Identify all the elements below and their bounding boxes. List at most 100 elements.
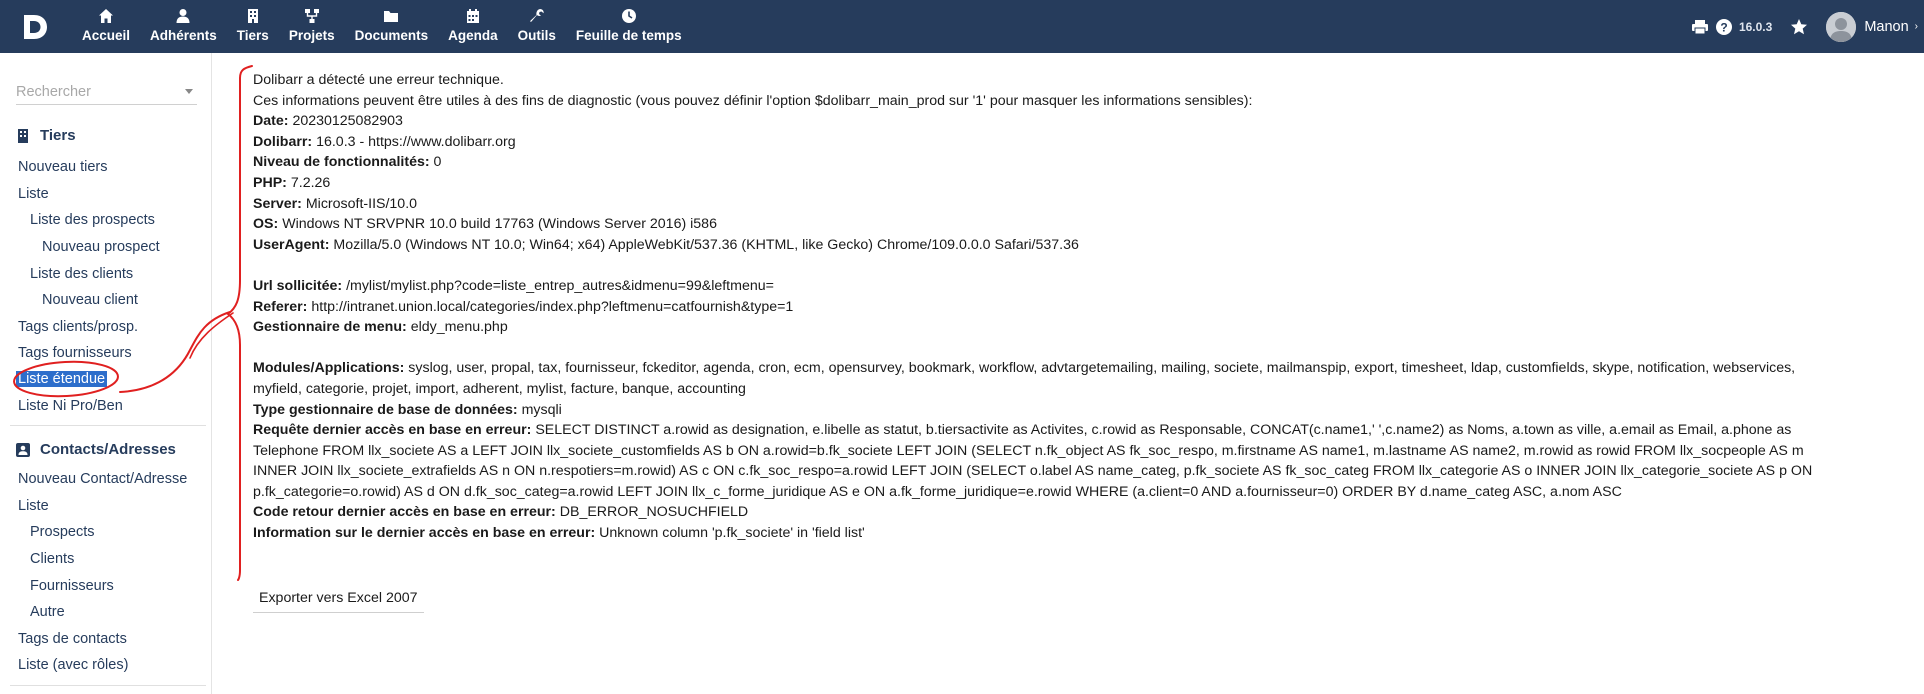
field-label: OS: xyxy=(253,216,279,233)
sidebar-item-nouveau-client[interactable]: Nouveau client xyxy=(42,292,138,308)
field-value: DB_ERROR_NOSUCHFIELD xyxy=(559,504,749,521)
field-label: Dolibarr: xyxy=(253,133,313,150)
chevron-down-icon[interactable] xyxy=(185,89,193,94)
field-label: Code retour dernier accès en base en err… xyxy=(253,504,556,521)
nav-label: Agenda xyxy=(448,28,498,43)
avatar[interactable] xyxy=(1826,11,1857,42)
field-label: Type gestionnaire de base de données: xyxy=(253,401,518,418)
field-value: SELECT DISTINCT a.rowid as designation, … xyxy=(535,422,1792,439)
calendar-icon xyxy=(466,9,479,23)
printer-icon[interactable] xyxy=(1691,18,1709,36)
field-value: Microsoft-IIS/10.0 xyxy=(305,195,418,212)
user-menu-chevron-icon[interactable]: › xyxy=(1915,21,1918,32)
version-label: 16.0.3 xyxy=(1738,19,1773,34)
timesheet-icon xyxy=(621,9,636,23)
field-label: UserAgent: xyxy=(253,236,330,253)
sidebar-item-prospects[interactable]: Prospects xyxy=(30,524,94,540)
help-icon[interactable]: ? xyxy=(1715,18,1733,36)
error-dbtype-row: Type gestionnaire de base de données: my… xyxy=(253,400,1913,421)
field-label: Gestionnaire de menu: xyxy=(253,319,407,336)
error-os-row: OS: Windows NT SRVPNR 10.0 build 17763 (… xyxy=(253,214,1913,235)
nav-label: Feuille de temps xyxy=(575,28,682,43)
error-request-row-cont: INNER JOIN llx_societe_extrafields AS n … xyxy=(253,463,1813,480)
sidebar-item-nouveau-tiers[interactable]: Nouveau tiers xyxy=(18,159,107,175)
sidebar-item-liste-contacts[interactable]: Liste xyxy=(18,498,49,514)
sidebar-item-liste-etendue[interactable]: Liste étendue xyxy=(16,371,108,387)
search-input[interactable] xyxy=(16,83,176,100)
user-icon xyxy=(176,9,190,23)
nav-label: Accueil xyxy=(82,28,131,43)
sidebar-divider xyxy=(10,685,206,686)
top-right-toolbar: ? 16.0.3 Manon › xyxy=(1691,0,1924,53)
field-value: Unknown column 'p.fk_societe' in 'field … xyxy=(599,525,865,542)
error-modules-row-cont: myfield, categorie, projet, import, adhe… xyxy=(253,380,746,397)
error-php-row: PHP: 7.2.26 xyxy=(253,173,1913,194)
field-value: 20230125082903 xyxy=(292,113,403,130)
error-url-row: Url sollicitée: /mylist/mylist.php?code=… xyxy=(253,276,1913,297)
sidebar-item-nouveau-prospect[interactable]: Nouveau prospect xyxy=(42,239,160,255)
error-report: Dolibarr a détecté une erreur technique.… xyxy=(253,70,1913,544)
field-label: Date: xyxy=(253,113,289,130)
nav-label: Outils xyxy=(517,28,556,43)
nav-outils[interactable]: Outils xyxy=(508,8,566,48)
sidebar-item-autre[interactable]: Autre xyxy=(30,604,65,620)
nav-agenda[interactable]: Agenda xyxy=(438,8,508,48)
sidebar-item-liste-prospects[interactable]: Liste des prospects xyxy=(30,212,155,228)
sidebar-item-liste-clients[interactable]: Liste des clients xyxy=(30,266,133,282)
error-referer-row: Referer: http://intranet.union.local/cat… xyxy=(253,297,1913,318)
field-label: Modules/Applications: xyxy=(253,360,405,377)
error-date-row: Date: 20230125082903 xyxy=(253,111,1913,132)
sidebar-item-clients[interactable]: Clients xyxy=(30,551,74,567)
sidebar-section-label: Tiers xyxy=(40,127,76,144)
sidebar-item-tags-fournisseurs[interactable]: Tags fournisseurs xyxy=(18,345,132,361)
nav-tiers[interactable]: Tiers xyxy=(227,8,279,48)
sidebar-item-fournisseurs[interactable]: Fournisseurs xyxy=(30,578,114,594)
sidebar-item-liste[interactable]: Liste xyxy=(18,186,49,202)
error-request-row-cont: Telephone FROM llx_societe AS a LEFT JOI… xyxy=(253,442,1804,459)
error-info-row: Information sur le dernier accès en base… xyxy=(253,523,1913,544)
red-bracket-annotation xyxy=(226,65,253,581)
field-label: Requête dernier accès en base en erreur: xyxy=(253,422,532,439)
bookmark-star-icon[interactable] xyxy=(1790,18,1808,36)
field-label: PHP: xyxy=(253,174,287,191)
sidebar-item-liste-ni-pro-ben[interactable]: Liste Ni Pro/Ben xyxy=(18,398,123,414)
dolibarr-logo[interactable] xyxy=(20,12,50,42)
nav-label: Projets xyxy=(288,28,335,43)
contact-card-icon xyxy=(16,442,30,457)
error-dolibarr-row: Dolibarr: 16.0.3 - https://www.dolibarr.… xyxy=(253,132,1913,153)
field-label: Url sollicitée: xyxy=(253,277,343,294)
top-navigation: Accueil Adhérents Tiers Projets Document… xyxy=(72,8,692,48)
export-excel-button[interactable]: Exporter vers Excel 2007 xyxy=(253,585,424,613)
nav-adherents[interactable]: Adhérents xyxy=(140,8,227,48)
home-icon xyxy=(99,9,114,23)
error-intro: Dolibarr a détecté une erreur technique. xyxy=(253,72,504,88)
field-value: Windows NT SRVPNR 10.0 build 17763 (Wind… xyxy=(282,216,717,233)
wrench-icon xyxy=(530,9,544,22)
sidebar-item-tags-contacts[interactable]: Tags de contacts xyxy=(18,631,127,647)
search-box[interactable] xyxy=(16,79,197,105)
field-value: /mylist/mylist.php?code=liste_entrep_aut… xyxy=(346,277,774,294)
error-request-row: Requête dernier accès en base en erreur:… xyxy=(253,420,1913,441)
sidebar-item-tags-clients[interactable]: Tags clients/prosp. xyxy=(18,319,138,335)
sidebar-section-tiers[interactable]: Tiers xyxy=(16,127,76,144)
user-name[interactable]: Manon xyxy=(1864,19,1908,35)
top-menu-bar: Accueil Adhérents Tiers Projets Document… xyxy=(0,0,1924,53)
nav-projets[interactable]: Projets xyxy=(279,8,345,48)
nav-accueil[interactable]: Accueil xyxy=(72,8,140,48)
field-value: 7.2.26 xyxy=(290,174,331,191)
field-label: Referer: xyxy=(253,298,308,315)
nav-documents[interactable]: Documents xyxy=(345,8,439,48)
folder-icon xyxy=(384,11,399,22)
nav-feuille-de-temps[interactable]: Feuille de temps xyxy=(566,8,692,48)
nav-label: Documents xyxy=(354,28,429,43)
error-menu-row: Gestionnaire de menu: eldy_menu.php xyxy=(253,317,1913,338)
error-code-row: Code retour dernier accès en base en err… xyxy=(253,502,1913,523)
error-server-row: Server: Microsoft-IIS/10.0 xyxy=(253,194,1913,215)
left-sidebar: Tiers Nouveau tiers Liste Liste des pros… xyxy=(0,53,212,694)
sidebar-item-liste-roles[interactable]: Liste (avec rôles) xyxy=(18,657,128,673)
error-modules-row: Modules/Applications: syslog, user, prop… xyxy=(253,358,1913,379)
sidebar-section-contacts[interactable]: Contacts/Adresses xyxy=(16,441,176,458)
field-label: Information sur le dernier accès en base… xyxy=(253,525,596,542)
sidebar-item-nouveau-contact[interactable]: Nouveau Contact/Adresse xyxy=(18,471,187,487)
